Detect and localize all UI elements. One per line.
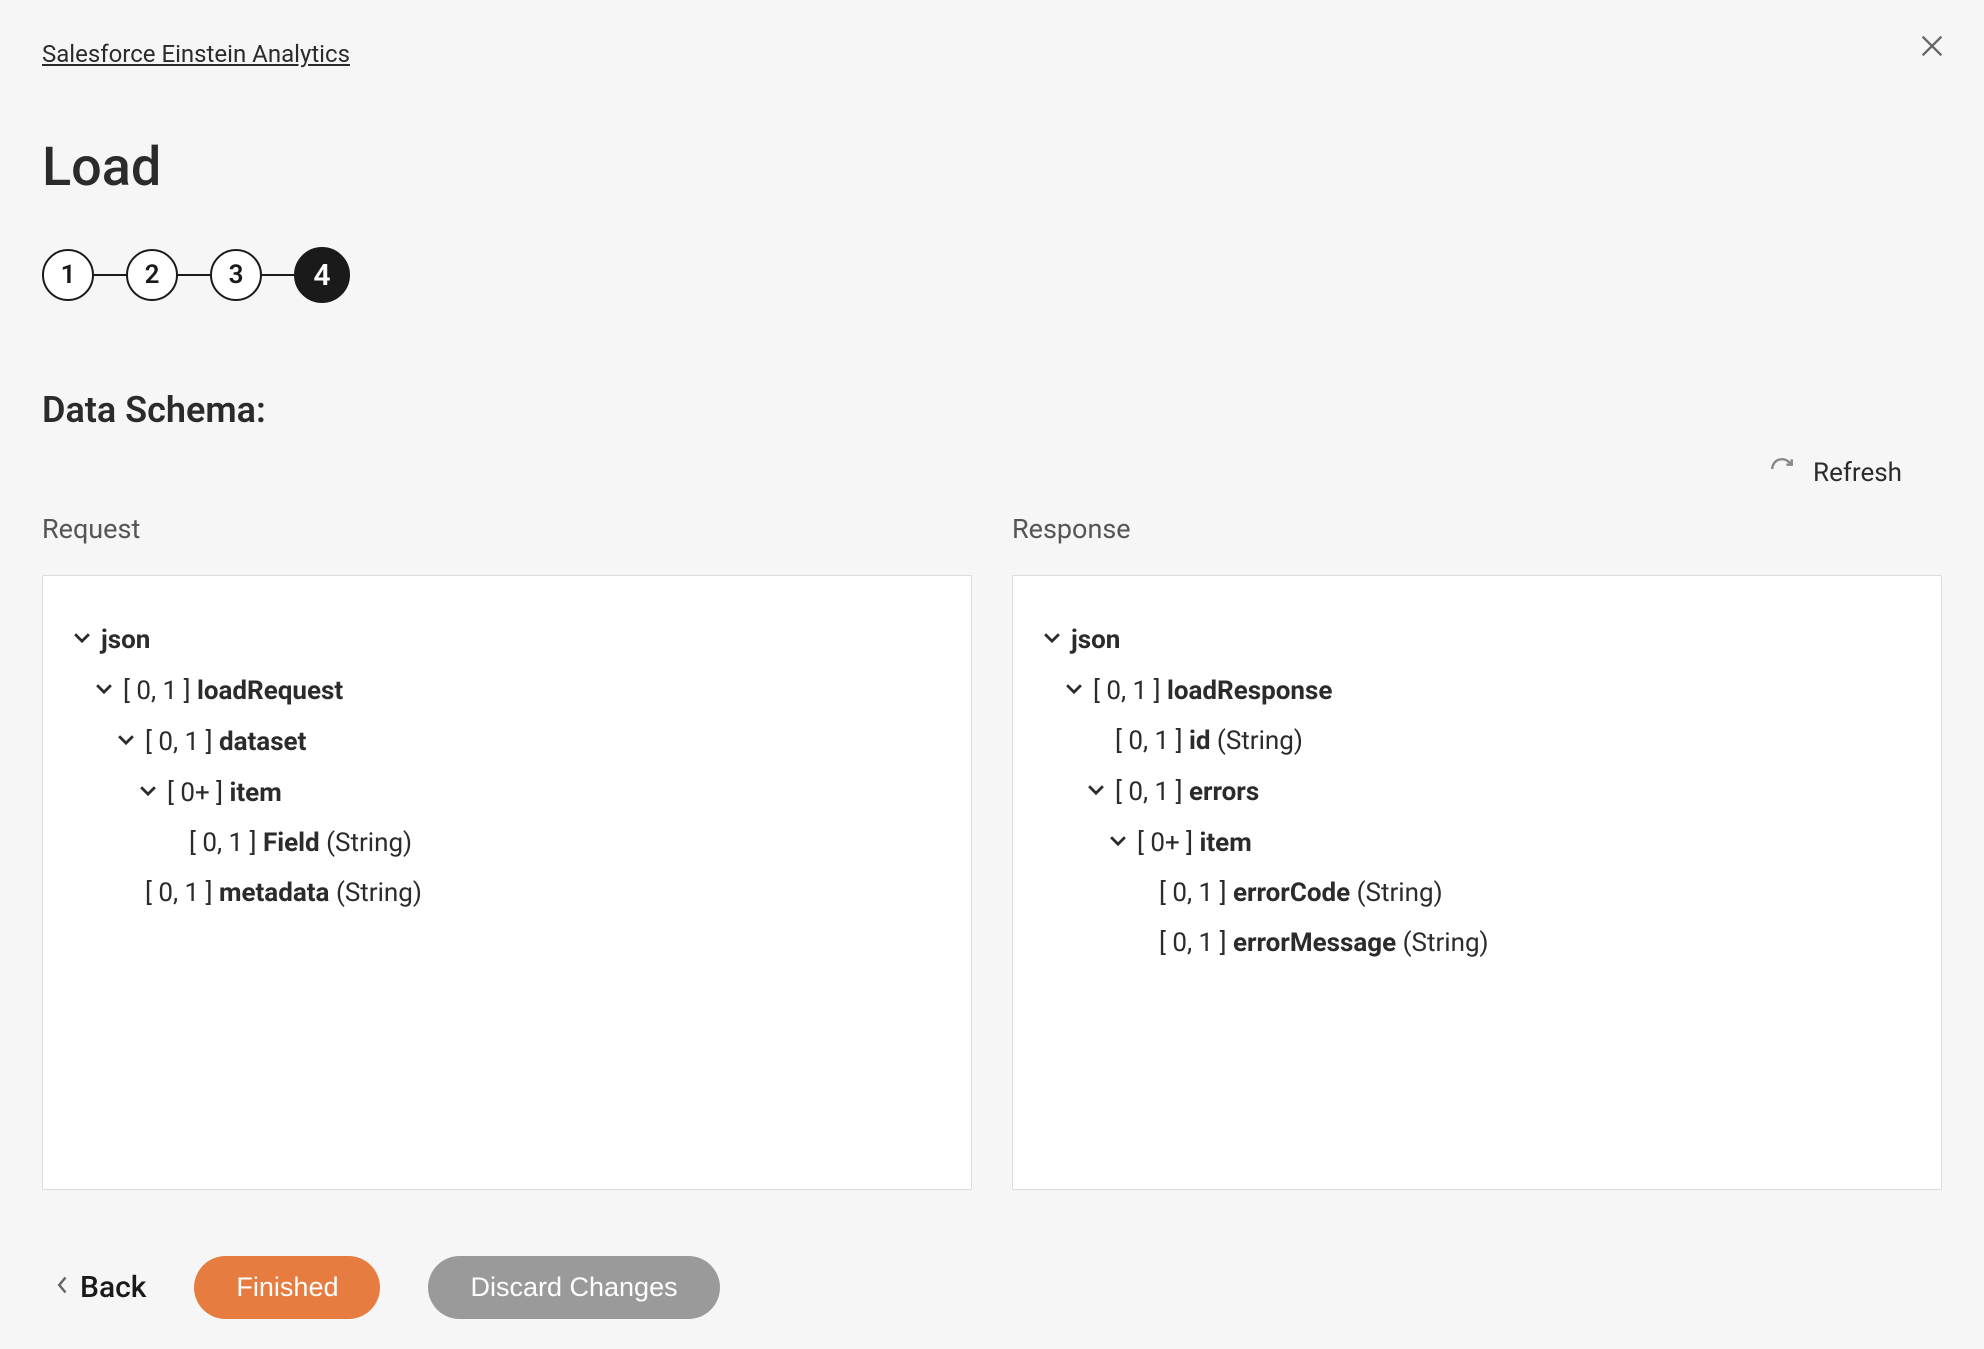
tree-node-text: [ 0, 1 ] errors	[1115, 779, 1259, 805]
refresh-button[interactable]: Refresh	[1769, 456, 1902, 489]
tree-node[interactable]: json	[71, 614, 943, 665]
step-connector	[178, 274, 210, 276]
back-label: Back	[80, 1270, 146, 1305]
step-4[interactable]: 4	[294, 247, 350, 303]
tree-node-text: [ 0, 1 ] loadRequest	[123, 678, 343, 704]
tree-node: [ 0, 1 ] errorCode (String)	[1041, 868, 1913, 918]
tree-node-text: [ 0, 1 ] dataset	[145, 729, 306, 755]
tree-node-text: [ 0, 1 ] id (String)	[1115, 728, 1303, 754]
tree-node-text: [ 0, 1 ] metadata (String)	[145, 880, 422, 906]
tree-node: [ 0, 1 ] Field (String)	[71, 818, 943, 868]
chevron-down-icon	[1085, 778, 1107, 805]
request-column: Request json [ 0, 1 ] loadRequest [ 0, 1 ]…	[42, 513, 972, 1190]
tree-node: [ 0, 1 ] errorMessage (String)	[1041, 918, 1913, 968]
request-header: Request	[42, 513, 972, 545]
tree-node-text: [ 0+ ] item	[1137, 830, 1252, 856]
response-header: Response	[1012, 513, 1942, 545]
tree-node-text: [ 0, 1 ] errorMessage (String)	[1159, 930, 1489, 956]
tree-node[interactable]: [ 0, 1 ] loadRequest	[71, 665, 943, 716]
tree-node[interactable]: [ 0, 1 ] errors	[1041, 766, 1913, 817]
chevron-down-icon	[137, 779, 159, 806]
refresh-icon	[1769, 456, 1795, 489]
tree-node-text: [ 0, 1 ] loadResponse	[1093, 678, 1332, 704]
tree-node[interactable]: [ 0, 1 ] dataset	[71, 716, 943, 767]
step-connector	[262, 274, 294, 276]
chevron-down-icon	[1041, 626, 1063, 653]
chevron-down-icon	[115, 728, 137, 755]
chevron-down-icon	[1107, 829, 1129, 856]
tree-node[interactable]: json	[1041, 614, 1913, 665]
response-panel: json [ 0, 1 ] loadResponse [ 0, 1 ] id (St…	[1012, 575, 1942, 1190]
tree-node[interactable]: [ 0+ ] item	[1041, 817, 1913, 868]
section-title: Data Schema:	[42, 389, 1942, 431]
step-3[interactable]: 3	[210, 249, 262, 301]
tree-node: [ 0, 1 ] id (String)	[1041, 716, 1913, 766]
tree-node: [ 0, 1 ] metadata (String)	[71, 868, 943, 918]
tree-node-text: [ 0+ ] item	[167, 780, 282, 806]
stepper: 1 2 3 4	[42, 247, 1942, 303]
chevron-down-icon	[93, 677, 115, 704]
tree-node-text: json	[101, 627, 150, 653]
chevron-left-icon	[56, 1275, 70, 1300]
refresh-label: Refresh	[1813, 458, 1902, 488]
close-icon[interactable]	[1918, 32, 1946, 66]
tree-node-text: [ 0, 1 ] errorCode (String)	[1159, 880, 1443, 906]
chevron-down-icon	[71, 626, 93, 653]
step-connector	[94, 274, 126, 276]
breadcrumb[interactable]: Salesforce Einstein Analytics	[42, 40, 350, 68]
step-1[interactable]: 1	[42, 249, 94, 301]
tree-node[interactable]: [ 0, 1 ] loadResponse	[1041, 665, 1913, 716]
request-panel: json [ 0, 1 ] loadRequest [ 0, 1 ] dataset…	[42, 575, 972, 1190]
tree-node[interactable]: [ 0+ ] item	[71, 767, 943, 818]
step-2[interactable]: 2	[126, 249, 178, 301]
back-button[interactable]: Back	[56, 1270, 146, 1305]
chevron-down-icon	[1063, 677, 1085, 704]
response-column: Response json [ 0, 1 ] loadResponse [ 0, 1…	[1012, 513, 1942, 1190]
page-title: Load	[42, 136, 1942, 199]
tree-node-text: [ 0, 1 ] Field (String)	[189, 830, 412, 856]
tree-node-text: json	[1071, 627, 1120, 653]
